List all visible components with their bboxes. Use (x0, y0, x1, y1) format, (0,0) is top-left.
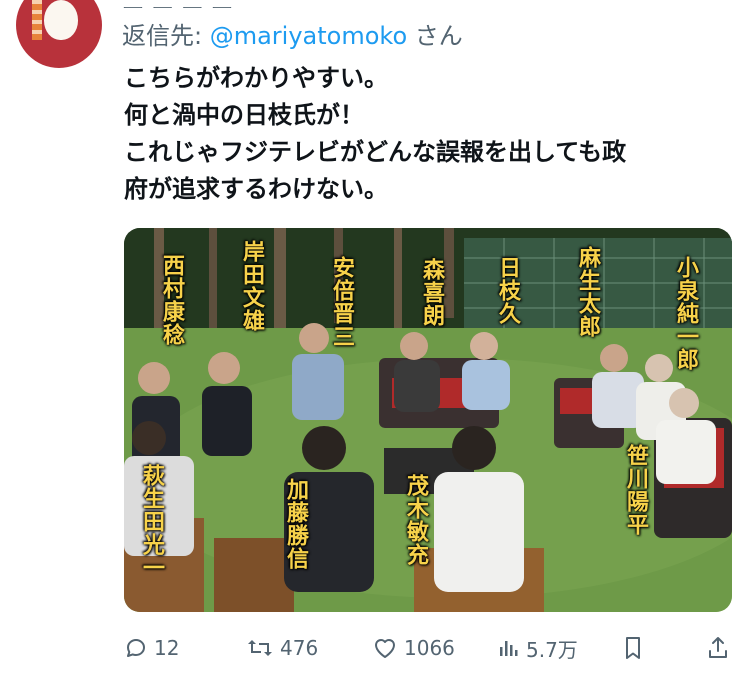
tweet-text: こちらがわかりやすい。 何と渦中の日枝氏が！ これじゃフジテレビがどんな誤報を出… (124, 60, 734, 208)
bookmark-icon (626, 637, 640, 659)
action-bar: 12 476 1066 5.7万 (124, 630, 736, 666)
like-button[interactable]: 1066 (372, 630, 455, 666)
reply-button[interactable]: 12 (124, 630, 179, 666)
views-button[interactable]: 5.7万 (498, 630, 578, 666)
photo-caption: 安倍晋三 (329, 256, 355, 348)
reply-to-line: 返信先: @mariyatomoko さん (122, 16, 463, 51)
tweet-line: 何と渦中の日枝氏が！ (124, 101, 364, 129)
tweet-photo[interactable]: 西村康稔 岸田文雄 安倍晋三 森喜朗 日枝久 麻生太郎 小泉純一郎 萩生田光一 … (124, 228, 732, 612)
photo-caption: 加藤勝信 (283, 478, 309, 570)
tweet-line: 府が追求するわけない。 (124, 175, 388, 203)
author-name-truncated: ー ー ー ー (122, 0, 422, 8)
photo-caption: 茂木敏充 (403, 474, 429, 566)
view-count: 5.7万 (526, 637, 578, 662)
photo-caption: 笹川陽平 (623, 444, 649, 536)
avatar[interactable] (16, 0, 102, 68)
photo-caption: 小泉純一郎 (673, 256, 699, 371)
photo-caption: 森喜朗 (419, 258, 445, 327)
tweet-line: こちらがわかりやすい。 (124, 64, 388, 92)
bookmark-button[interactable] (622, 630, 644, 666)
photo-caption: 岸田文雄 (239, 240, 265, 332)
photo-caption: 日枝久 (495, 256, 521, 325)
reply-mention-link[interactable]: @mariyatomoko (210, 22, 407, 50)
photo-caption: 西村康稔 (159, 254, 185, 346)
egg-graphic (44, 0, 78, 40)
reply-suffix: さん (407, 22, 463, 50)
share-icon (709, 637, 727, 658)
repost-icon (248, 640, 272, 656)
photo-caption: 萩生田光一 (139, 464, 165, 579)
analytics-icon (500, 641, 518, 656)
reply-icon (127, 639, 145, 657)
tweet-line: これじゃフジテレビがどんな誤報を出しても政 (124, 138, 627, 166)
photo-caption: 麻生太郎 (575, 246, 601, 338)
repost-count: 476 (280, 636, 319, 660)
share-button[interactable] (706, 630, 730, 666)
reply-count: 12 (154, 636, 180, 660)
tower-graphic (32, 0, 42, 40)
repost-button[interactable]: 476 (246, 630, 318, 666)
heart-icon (375, 639, 395, 658)
reply-prefix: 返信先: (122, 22, 210, 50)
like-count: 1066 (404, 636, 455, 660)
